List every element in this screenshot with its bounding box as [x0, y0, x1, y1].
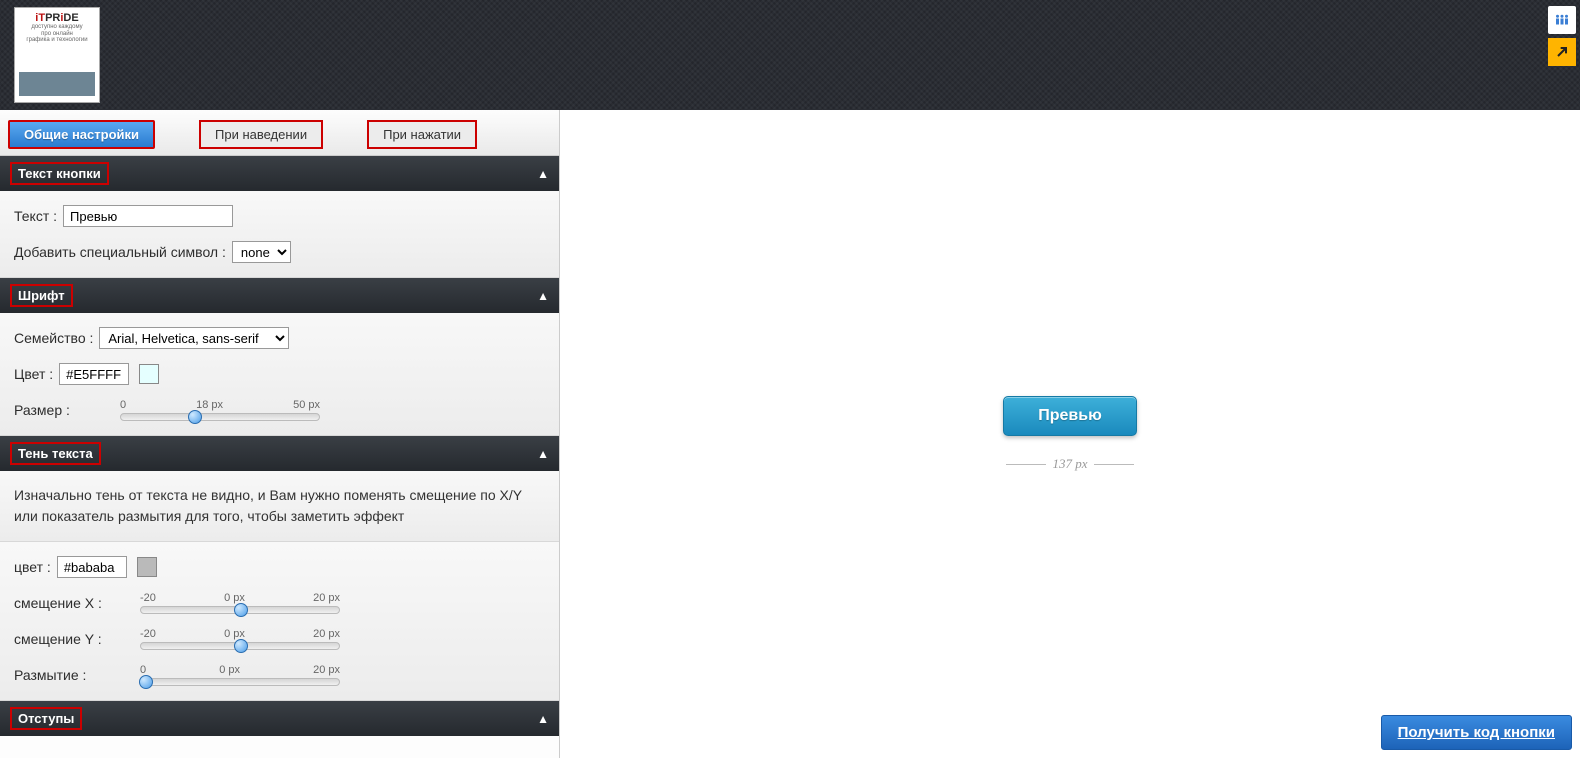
section-header-shadow[interactable]: Тень текста ▲ — [0, 436, 559, 471]
collapse-icon[interactable]: ▲ — [537, 167, 549, 181]
logo-sub2: про онлайн — [41, 31, 73, 38]
size-label: Размер : — [14, 402, 114, 418]
blur-slider-handle[interactable] — [139, 675, 153, 689]
section-body-text: Текст : Добавить специальный символ : no… — [0, 191, 559, 278]
section-body-font: Семейство : Arial, Helvetica, sans-serif… — [0, 313, 559, 436]
shadow-note: Изначально тень от текста не видно, и Ва… — [0, 471, 559, 542]
blur-max: 20 px — [313, 664, 340, 676]
rule-line-left — [1006, 464, 1046, 465]
offx-max: 20 px — [313, 592, 340, 604]
logo-sub1: доступно каждому — [31, 24, 82, 31]
shadow-color-input[interactable] — [57, 556, 127, 578]
offy-slider-handle[interactable] — [234, 639, 248, 653]
offx-slider-handle[interactable] — [234, 603, 248, 617]
section-header-font[interactable]: Шрифт ▲ — [0, 278, 559, 313]
preview-panel: Превью 137 px — [560, 110, 1580, 758]
blur-label: Размытие : — [14, 667, 134, 683]
people-icon[interactable] — [1548, 6, 1576, 34]
shadow-color-label: цвет : — [14, 559, 51, 575]
section-title-font: Шрифт — [10, 284, 73, 307]
arrow-icon[interactable] — [1548, 38, 1576, 66]
size-val: 18 px — [196, 399, 223, 411]
font-color-label: Цвет : — [14, 366, 53, 382]
preview-width-rule: 137 px — [1006, 456, 1133, 472]
collapse-icon[interactable]: ▲ — [537, 447, 549, 461]
left-panel: Общие настройки При наведении При нажати… — [0, 110, 560, 758]
section-title-text: Текст кнопки — [10, 162, 109, 185]
collapse-icon[interactable]: ▲ — [537, 712, 549, 726]
logo-graphic — [19, 72, 95, 96]
size-slider-handle[interactable] — [188, 410, 202, 424]
special-char-label: Добавить специальный символ : — [14, 244, 226, 260]
offx-min: -20 — [140, 592, 156, 604]
tab-hover[interactable]: При наведении — [199, 120, 323, 149]
rule-line-right — [1094, 464, 1134, 465]
tab-general[interactable]: Общие настройки — [8, 120, 155, 149]
offy-label: смещение Y : — [14, 631, 134, 647]
offy-min: -20 — [140, 628, 156, 640]
size-min: 0 — [120, 399, 126, 411]
logo-sub3: графика и технологии — [26, 37, 87, 44]
get-code-button[interactable]: Получить код кнопки — [1381, 715, 1572, 750]
size-slider[interactable] — [120, 413, 320, 421]
preview-width-label: 137 px — [1052, 456, 1087, 472]
tabs-row: Общие настройки При наведении При нажати… — [0, 110, 559, 156]
font-color-swatch[interactable] — [139, 364, 159, 384]
collapse-icon[interactable]: ▲ — [537, 289, 549, 303]
family-label: Семейство : — [14, 330, 93, 346]
text-input[interactable] — [63, 205, 233, 227]
tab-active[interactable]: При нажатии — [367, 120, 477, 149]
shadow-color-swatch[interactable] — [137, 557, 157, 577]
blur-val: 0 px — [219, 664, 240, 676]
section-header-padding[interactable]: Отступы ▲ — [0, 701, 559, 736]
section-body-shadow: цвет : смещение X : -20 0 px 20 px — [0, 542, 559, 701]
blur-slider[interactable] — [140, 678, 340, 686]
preview-button[interactable]: Превью — [1003, 396, 1137, 436]
topbar-right-badges — [1548, 6, 1576, 66]
offy-max: 20 px — [313, 628, 340, 640]
font-color-input[interactable] — [59, 363, 129, 385]
text-label: Текст : — [14, 208, 57, 224]
logo-title: iTPRiDE — [35, 12, 78, 24]
section-title-padding: Отступы — [10, 707, 82, 730]
special-char-select[interactable]: none — [232, 241, 291, 263]
section-title-shadow: Тень текста — [10, 442, 101, 465]
logo-card[interactable]: iTPRiDE доступно каждому про онлайн граф… — [14, 7, 100, 103]
offx-slider[interactable] — [140, 606, 340, 614]
offx-label: смещение X : — [14, 595, 134, 611]
top-bar: iTPRiDE доступно каждому про онлайн граф… — [0, 0, 1580, 110]
section-header-text[interactable]: Текст кнопки ▲ — [0, 156, 559, 191]
offy-slider[interactable] — [140, 642, 340, 650]
family-select[interactable]: Arial, Helvetica, sans-serif — [99, 327, 289, 349]
size-max: 50 px — [293, 399, 320, 411]
